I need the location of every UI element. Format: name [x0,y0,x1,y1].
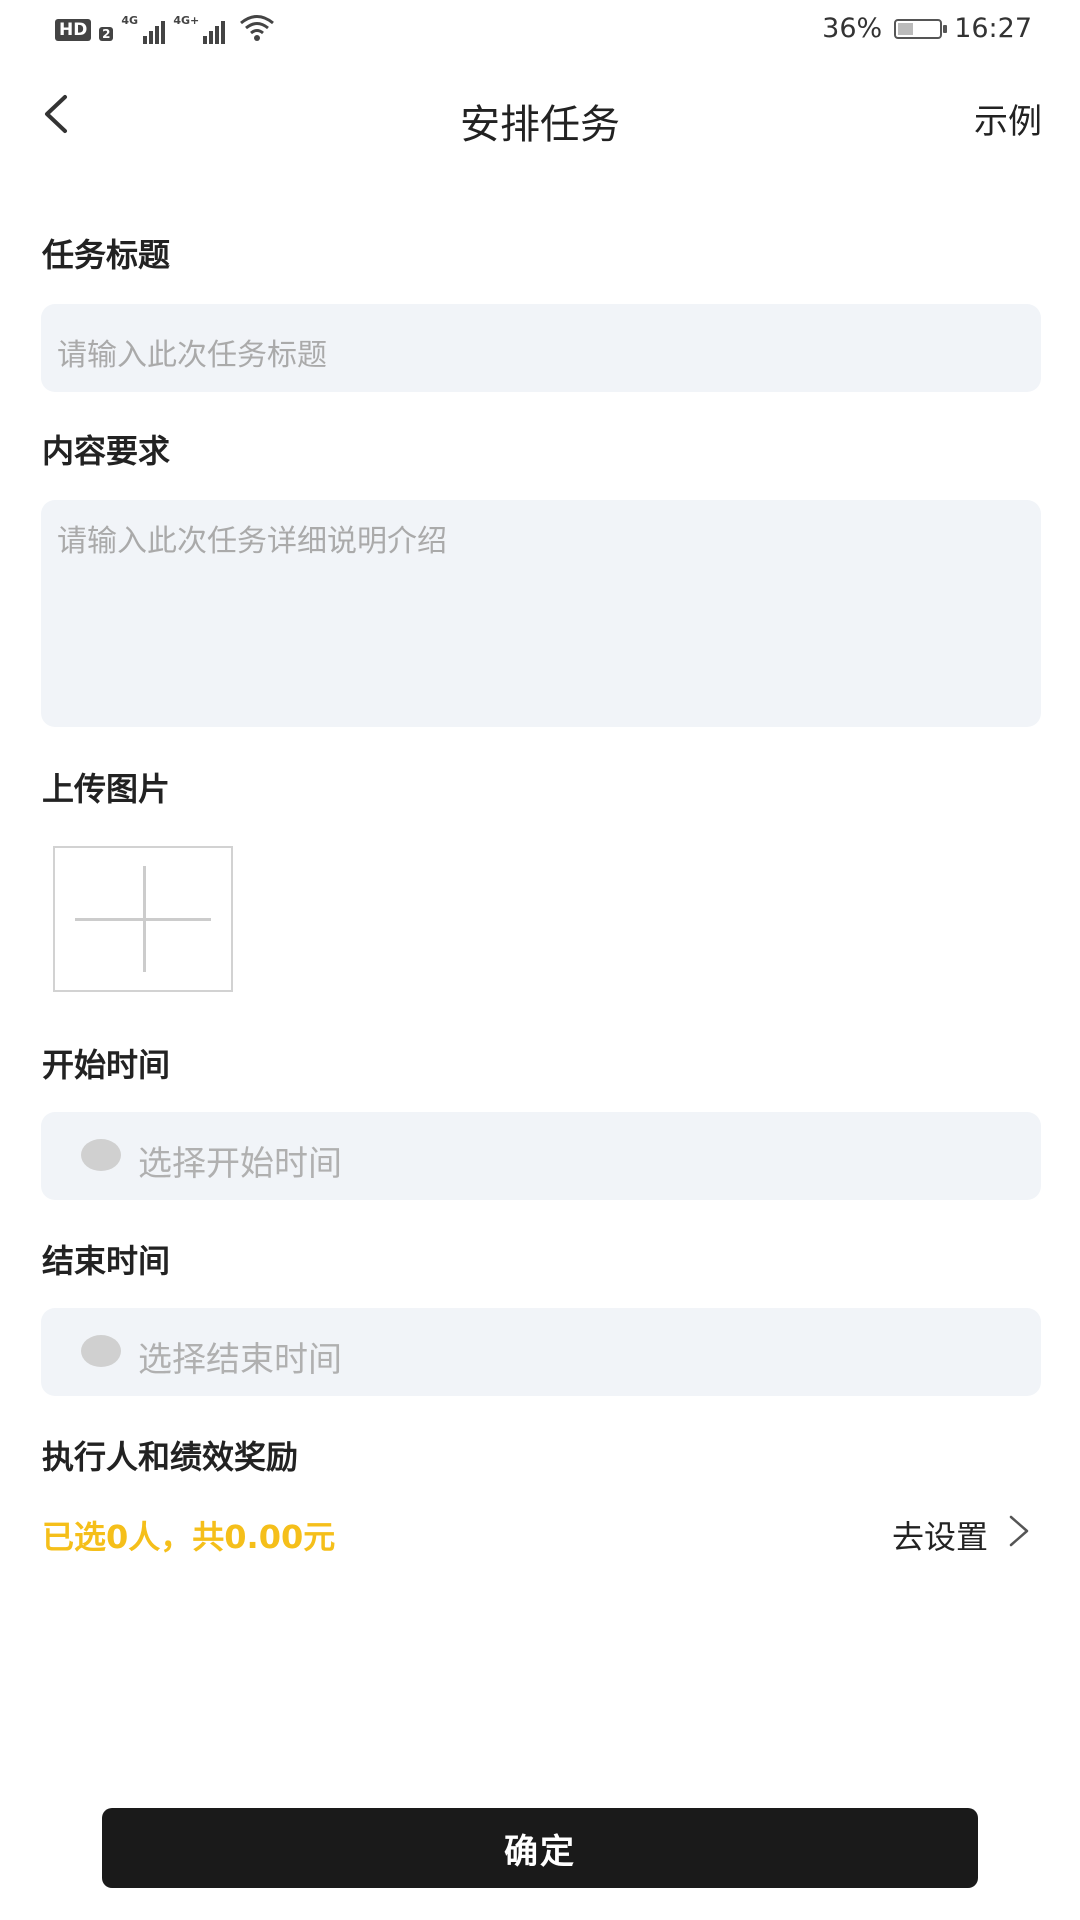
cell-signal-icon: 4G+ [173,14,226,44]
network-type-label: 4G [121,14,139,27]
content-label: 内容要求 [42,432,171,470]
chevron-right-icon [1008,1514,1030,1556]
network-type-label: 4G+ [173,14,200,27]
upload-label: 上传图片 [42,770,171,808]
example-button[interactable]: 示例 [974,94,1042,143]
task-title-input[interactable]: 请输入此次任务标题 [41,304,1041,392]
assignees-label: 执行人和绩效奖励 [42,1438,299,1476]
go-setting-button[interactable]: 去设置 [892,1512,1030,1558]
page-title: 安排任务 [460,102,620,148]
start-time-picker[interactable]: 选择开始时间 [41,1112,1041,1200]
status-right: 36% 16:27 [822,13,1032,44]
content-textarea[interactable]: 请输入此次任务详细说明介绍 [41,500,1041,727]
assignee-summary: 已选0人，共0.00元 [42,1518,336,1556]
end-time-placeholder: 选择结束时间 [138,1340,342,1380]
radio-dot-icon [81,1335,121,1367]
wifi-icon [239,14,275,46]
hd-icon: HD [55,19,92,41]
sim-2-icon: 2 [99,27,114,41]
nav-header: 安排任务 示例 [0,62,1080,172]
status-bar: HD 2 4G 4G+ 36% 16:27 [0,0,1080,62]
end-time-picker[interactable]: 选择结束时间 [41,1308,1041,1396]
go-setting-label: 去设置 [891,1518,988,1556]
start-time-label: 开始时间 [42,1046,171,1084]
battery-percent: 36% [822,13,883,44]
add-image-button[interactable] [53,846,233,992]
status-left: HD 2 4G 4G+ [55,14,275,46]
end-time-label: 结束时间 [42,1242,171,1280]
cell-signal-icon: 4G [121,14,166,44]
task-title-label: 任务标题 [42,236,171,274]
start-time-placeholder: 选择开始时间 [138,1144,342,1184]
battery-icon [894,18,948,39]
confirm-button[interactable]: 确定 [102,1808,978,1888]
clock: 16:27 [954,13,1032,44]
content-placeholder: 请输入此次任务详细说明介绍 [57,524,447,559]
radio-dot-icon [81,1139,121,1171]
task-title-placeholder: 请输入此次任务标题 [57,338,327,373]
